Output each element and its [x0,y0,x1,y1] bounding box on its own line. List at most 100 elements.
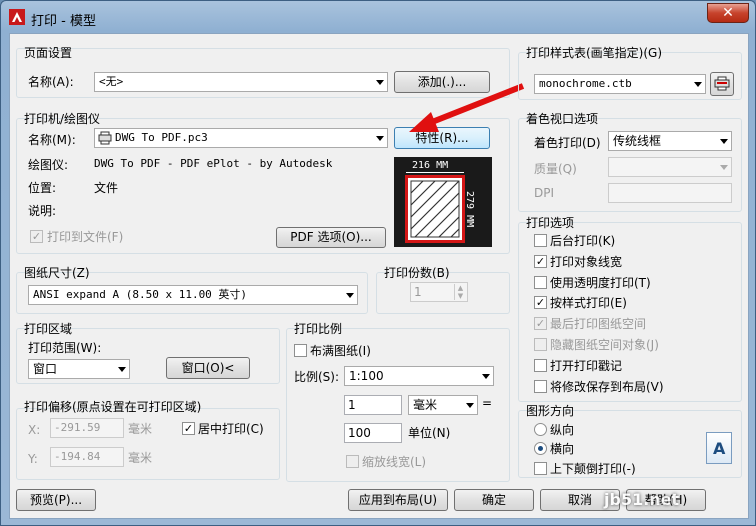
plot-options-group-label: 打印选项 [526,216,575,230]
printer-name-label: 名称(M): [28,133,76,147]
chevron-down-icon [720,165,728,170]
shade-plot-combo[interactable]: 传统线框 [608,131,732,151]
plot-option-checkbox[interactable]: ✓ [534,317,547,331]
autocad-app-icon [9,9,25,25]
dialog-client-area: 页面设置 名称(A): <无> 添加(.)... 打印机/绘图仪 名称(M): … [9,33,749,519]
plot-range-combo[interactable]: 窗口 [28,359,130,379]
scale-lineweights-checkbox[interactable] [346,455,359,468]
page-setup-name-label: 名称(A): [28,75,74,89]
plotter-icon [98,131,112,145]
offset-x-label: X: [28,423,41,437]
offset-y-label: Y: [28,452,38,466]
plot-options-group [518,222,742,402]
plot-option-checkbox[interactable]: ✓ [534,254,547,268]
dpi-input[interactable] [608,183,732,203]
copies-input[interactable]: 1 ▲ ▼ [410,282,468,302]
plot-option-checkbox[interactable] [534,275,547,289]
plot-area-group-label: 打印区域 [24,322,73,336]
printer-name-combo[interactable]: DWG To PDF.pc3 [94,128,388,148]
plotter-value: DWG To PDF - PDF ePlot - by Autodesk [94,157,333,170]
plot-option-label: 打印对象线宽 [550,254,623,269]
plot-style-editor-icon [714,76,730,91]
page-setup-name-value: <无> [99,75,124,88]
center-plot-checkbox[interactable]: ✓ [182,422,195,435]
scale-unit-combo[interactable]: 毫米 [408,395,478,415]
offset-x-input[interactable]: -291.59 [50,418,124,438]
red-arrow-annotation [409,83,525,132]
landscape-radio[interactable] [534,442,547,455]
edit-plot-style-button[interactable] [710,72,734,96]
printer-group-label: 打印机/绘图仪 [24,112,101,126]
scale-value: 1:100 [349,369,384,383]
plot-style-combo[interactable]: monochrome.ctb [534,74,706,94]
landscape-label: 横向 [550,442,575,456]
pdf-options-button[interactable]: PDF 选项(O)... [276,227,386,248]
offset-y-input[interactable]: -194.84 [50,447,124,467]
paper-size-combo[interactable]: ANSI expand A (8.50 x 11.00 英寸) [28,285,358,305]
scale-label: 比例(S): [294,370,340,384]
plot-option-checkbox[interactable] [534,338,547,351]
apply-to-layout-button[interactable]: 应用到布局(U) [348,489,448,511]
location-label: 位置: [28,181,57,195]
plot-scale-group-label: 打印比例 [294,322,343,336]
fit-to-paper-checkbox[interactable] [294,344,307,357]
preview-button[interactable]: 预览(P)... [16,489,96,511]
watermark-text: jb51.net [604,490,680,509]
plot-option-checkbox[interactable] [534,379,547,393]
copies-spinner-icon[interactable]: ▲ ▼ [454,284,466,300]
plot-option-label: 后台打印(K) [550,234,616,248]
orientation-group-label: 图形方向 [526,404,575,418]
plot-option-label: 按样式打印(E) [550,296,627,311]
plot-option-checkbox[interactable]: ✓ [534,296,547,310]
printable-area-hatch [410,180,460,238]
portrait-radio[interactable] [534,423,547,436]
description-label: 说明: [28,204,57,218]
shade-plot-value: 传统线框 [613,134,662,148]
chevron-down-icon [346,293,354,298]
copies-group-label: 打印份数(B) [384,266,450,280]
chevron-down-icon [118,367,126,372]
offset-y-unit: 毫米 [128,451,153,465]
close-button[interactable]: ✕ [707,3,749,23]
orientation-preview-letter: A [713,439,726,458]
offset-x-unit: 毫米 [128,422,153,436]
plot-option-label: 打开打印戳记 [550,358,623,373]
portrait-label: 纵向 [550,423,575,437]
title-bar: 打印 - 模型 ✕ [1,1,755,33]
orientation-preview-icon: A [706,432,732,464]
printer-name-value: DWG To PDF.pc3 [115,131,208,144]
scale-drawing-units-input[interactable]: 100 [344,423,402,443]
chevron-down-icon [482,374,490,379]
copies-value: 1 [414,285,422,299]
plot-option-label: 最后打印图纸空间 [550,317,647,332]
paper-sheet [405,175,465,243]
plot-option-checkbox[interactable] [534,234,547,247]
upside-down-label: 上下颠倒打印(-) [550,462,636,476]
shade-plot-label: 着色打印(D) [534,136,601,150]
chevron-down-icon [466,403,474,408]
preview-width-label: 216 MM [412,160,449,171]
window-pick-button[interactable]: 窗口(O)< [166,357,250,379]
chevron-down-icon [376,136,384,141]
quality-combo[interactable] [608,157,732,177]
scale-combo[interactable]: 1:100 [344,366,494,386]
page-setup-name-combo[interactable]: <无> [94,72,388,92]
plot-style-value: monochrome.ctb [539,77,632,90]
paper-preview: 216 MM 279 MM [394,157,492,247]
quality-label: 质量(Q) [534,162,577,176]
upside-down-checkbox[interactable] [534,462,547,475]
plot-range-label: 打印范围(W): [28,341,102,355]
print-to-file-label: 打印到文件(F) [47,230,124,244]
drawing-units-label: 单位(N) [408,426,451,440]
plot-offset-group-label: 打印偏移(原点设置在可打印区域) [24,400,202,414]
chevron-down-icon [694,82,702,87]
paper-size-group-label: 图纸尺寸(Z) [24,266,90,280]
print-to-file-checkbox[interactable]: ✓ [30,230,43,243]
ok-button[interactable]: 确定 [454,489,534,511]
plot-option-checkbox[interactable] [534,358,547,372]
preview-height-label: 279 MM [464,191,475,228]
scale-lineweights-label: 缩放线宽(L) [362,455,427,469]
equals-sign: = [482,396,493,410]
scale-paper-units-input[interactable]: 1 [344,395,402,415]
print-dialog-window: 打印 - 模型 ✕ 页面设置 名称(A): <无> 添加(.)... 打印机/绘… [0,0,756,526]
